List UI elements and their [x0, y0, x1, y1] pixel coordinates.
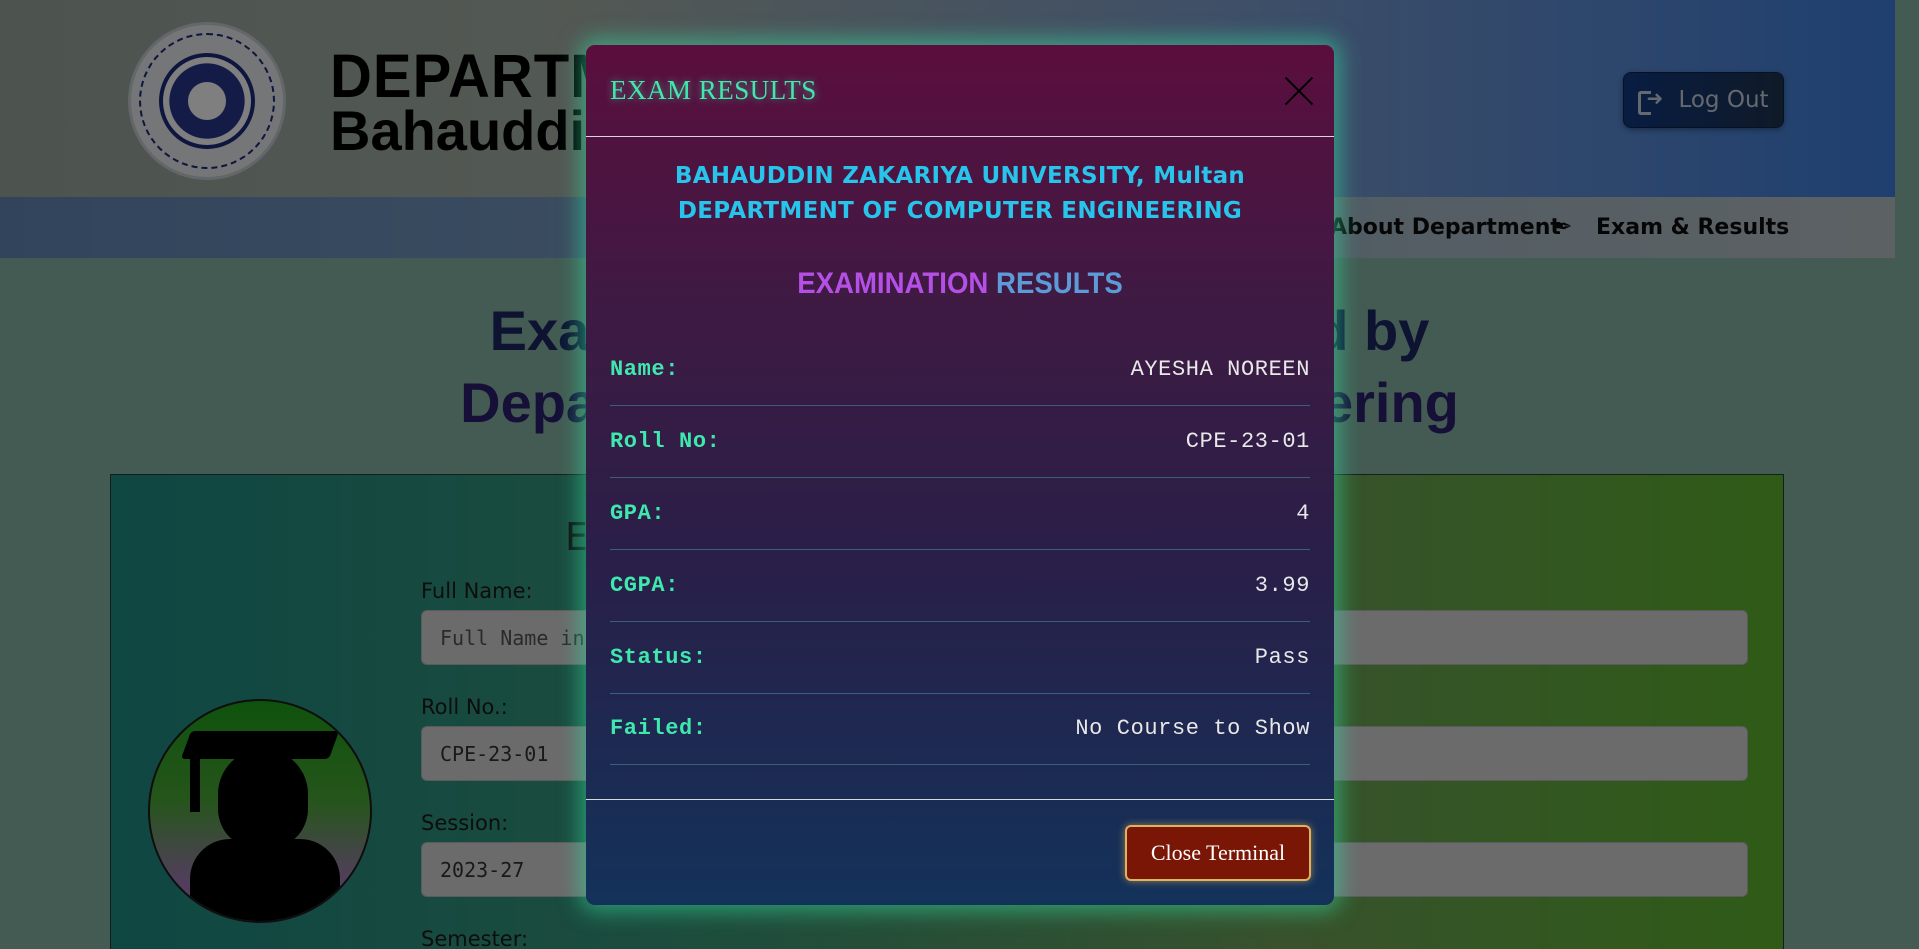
department-name: DEPARTMENT OF COMPUTER ENGINEERING — [677, 198, 1243, 224]
close-icon[interactable] — [1283, 75, 1315, 107]
row-label: Name: — [610, 357, 680, 382]
row-value: 3.99 — [1254, 573, 1310, 598]
result-row-roll-no: Roll No: CPE-23-01 — [610, 406, 1310, 478]
heading-word-results: RESULTS — [996, 267, 1123, 300]
examination-results-heading: EXAMINATION RESULTS — [616, 267, 1304, 301]
university-name: BAHAUDDIN ZAKARIYA UNIVERSITY, Multan — [674, 163, 1246, 189]
modal-footer: Close Terminal — [586, 799, 1334, 905]
row-value: 4 — [1296, 501, 1310, 526]
result-row-name: Name: AYESHA NOREEN — [610, 334, 1310, 406]
result-row-gpa: GPA: 4 — [610, 478, 1310, 550]
result-row-cgpa: CGPA: 3.99 — [610, 550, 1310, 622]
row-value: CPE-23-01 — [1185, 429, 1310, 454]
row-label: GPA: — [610, 501, 666, 526]
close-terminal-button[interactable]: Close Terminal — [1125, 825, 1311, 881]
result-row-failed: Failed: No Course to Show — [610, 693, 1310, 765]
exam-results-modal: EXAM RESULTS BAHAUDDIN ZAKARIYA UNIVERSI… — [586, 45, 1334, 905]
row-label: Failed: — [610, 716, 707, 741]
row-label: Roll No: — [610, 429, 721, 454]
row-label: Status: — [610, 645, 707, 670]
heading-word-examination: EXAMINATION — [797, 267, 989, 300]
modal-title: EXAM RESULTS — [610, 75, 817, 105]
modal-header: EXAM RESULTS — [586, 45, 1334, 137]
row-value: Pass — [1254, 645, 1310, 670]
row-value: AYESHA NOREEN — [1130, 357, 1310, 382]
row-label: CGPA: — [610, 573, 680, 598]
row-value: No Course to Show — [1075, 716, 1310, 741]
result-row-status: Status: Pass — [610, 622, 1310, 694]
